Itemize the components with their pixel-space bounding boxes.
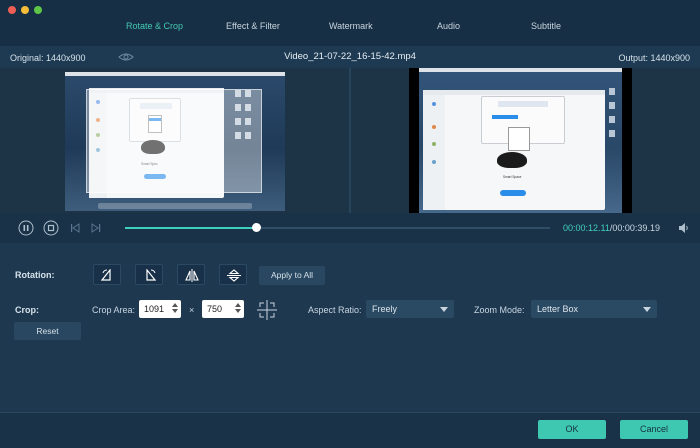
reset-button[interactable]: Reset (14, 322, 81, 340)
current-time: 00:00:12.11 (563, 223, 610, 233)
volume-icon[interactable] (678, 222, 690, 234)
flip-horizontal-button[interactable] (177, 264, 205, 285)
file-name: Video_21-07-22_16-15-42.mp4 (284, 51, 416, 62)
crop-width-value: 1091 (144, 304, 165, 314)
rotate-right-icon (146, 269, 157, 281)
cancel-button[interactable]: Cancel (620, 420, 688, 439)
aspect-ratio-value: Freely (372, 304, 398, 314)
rotate-left-button[interactable] (93, 264, 121, 285)
crop-height-input[interactable]: 750 (202, 300, 244, 318)
time-display: 00:00:12.11/00:00:39.19 (563, 223, 660, 233)
progress-fill (125, 227, 257, 229)
total-time: 00:00:39.19 (612, 223, 660, 233)
crop-height-value: 750 (207, 304, 223, 314)
output-letterbox: Smart Space (409, 68, 632, 213)
playback-bar: 00:00:12.11/00:00:39.19 (0, 213, 700, 243)
pause-icon[interactable] (18, 220, 34, 236)
output-resolution: Output: 1440x900 (618, 53, 690, 63)
crop-label: Crop: (15, 305, 39, 315)
close-icon[interactable] (8, 6, 16, 14)
flip-vertical-icon (227, 269, 241, 282)
next-icon[interactable] (88, 220, 104, 236)
minimize-icon[interactable] (21, 6, 29, 14)
tab-effect-filter[interactable]: Effect & Filter (226, 21, 280, 31)
crop-width-input[interactable]: 1091 (139, 300, 181, 318)
zoom-mode-label: Zoom Mode: (474, 305, 525, 315)
window-controls (8, 6, 42, 14)
chevron-down-icon (643, 307, 651, 312)
output-video-frame: Smart Space (419, 68, 622, 213)
progress-slider[interactable] (125, 223, 550, 232)
maximize-icon[interactable] (34, 6, 42, 14)
title-bar: Rotate & Crop Effect & Filter Watermark … (0, 0, 700, 46)
crop-area-label: Crop Area: (92, 305, 136, 315)
flip-vertical-button[interactable] (219, 264, 247, 285)
progress-handle[interactable] (252, 223, 262, 232)
ok-button[interactable]: OK (538, 420, 606, 439)
zoom-mode-select[interactable]: Letter Box (531, 300, 657, 318)
previous-icon[interactable] (67, 220, 83, 236)
preview-header: Original: 1440x900 Video_21-07-22_16-15-… (0, 46, 700, 68)
apply-to-all-button[interactable]: Apply to All (259, 266, 325, 285)
tab-audio[interactable]: Audio (437, 21, 460, 31)
stop-icon[interactable] (43, 220, 59, 236)
output-caption: Smart Space (503, 175, 522, 179)
aspect-ratio-label: Aspect Ratio: (308, 305, 362, 315)
rotate-right-button[interactable] (135, 264, 163, 285)
tab-watermark[interactable]: Watermark (329, 21, 373, 31)
crop-selection-box[interactable] (86, 89, 262, 193)
flip-horizontal-icon (185, 269, 199, 282)
tab-subtitle[interactable]: Subtitle (531, 21, 561, 31)
times-sign: × (189, 305, 195, 315)
output-preview: Smart Space (351, 68, 700, 213)
crop-height-stepper[interactable] (234, 302, 242, 316)
chevron-down-icon (440, 307, 448, 312)
tab-rotate-crop[interactable]: Rotate & Crop (126, 21, 183, 31)
rotate-left-icon (101, 269, 111, 281)
crop-center-icon[interactable] (256, 299, 278, 321)
crop-width-stepper[interactable] (171, 302, 179, 316)
zoom-mode-value: Letter Box (537, 304, 579, 314)
aspect-ratio-select[interactable]: Freely (366, 300, 454, 318)
rotation-label: Rotation: (15, 270, 55, 280)
